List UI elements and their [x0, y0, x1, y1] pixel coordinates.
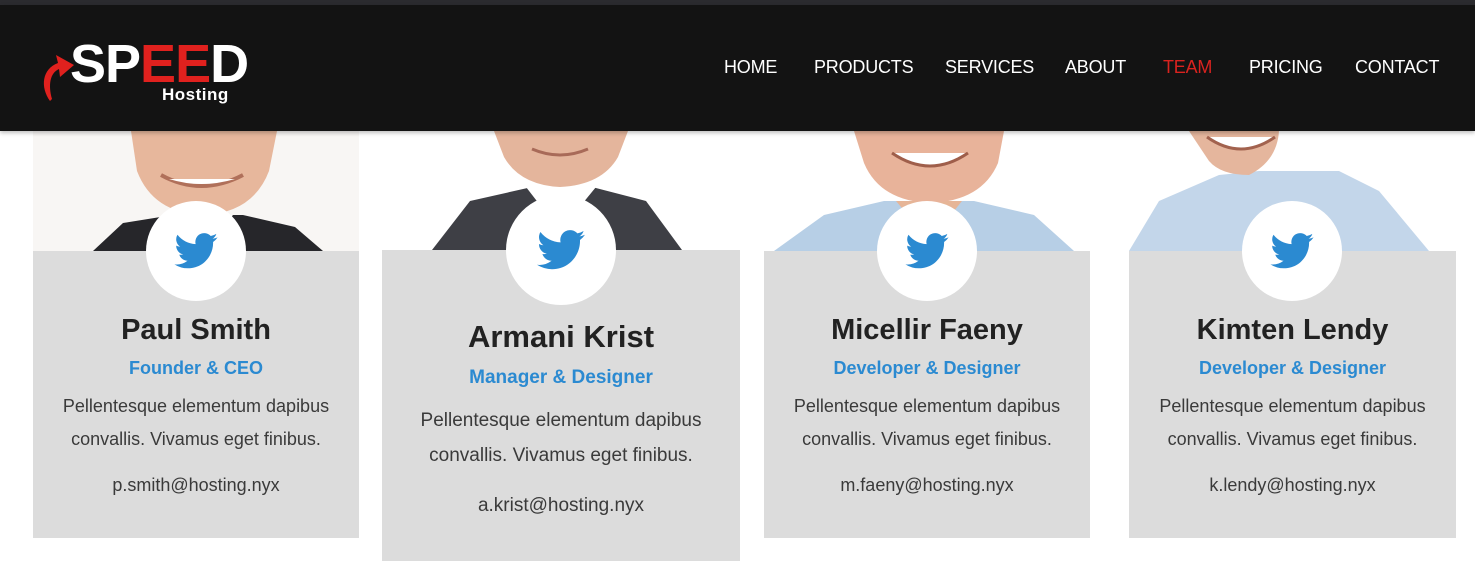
member-description: Pellentesque elementum dapibus convallis… [764, 390, 1090, 456]
nav-products[interactable]: PRODUCTS [814, 57, 914, 78]
twitter-icon [1270, 233, 1314, 269]
nav-services[interactable]: SERVICES [945, 57, 1034, 78]
description-line: convallis. Vivamus eget finibus. [429, 445, 693, 466]
description-line: Pellentesque elementum dapibus [1159, 396, 1426, 416]
navbar: SPEED Hosting HOME PRODUCTS SERVICES ABO… [0, 5, 1475, 131]
twitter-icon [537, 230, 585, 270]
twitter-link[interactable] [877, 201, 977, 301]
member-role: Developer & Designer [833, 358, 1021, 378]
member-name: Paul Smith [121, 314, 271, 346]
nav-team[interactable]: TEAM [1163, 57, 1212, 78]
member-email[interactable]: a.krist@hosting.nyx [382, 495, 740, 517]
description-line: convallis. Vivamus eget finibus. [802, 429, 1052, 449]
description-line: Pellentesque elementum dapibus [420, 410, 702, 431]
member-email[interactable]: m.faeny@hosting.nyx [764, 475, 1090, 496]
description-line: Pellentesque elementum dapibus [62, 396, 330, 416]
description-line: Pellentesque elementum dapibus [793, 396, 1061, 416]
nav-contact[interactable]: CONTACT [1355, 57, 1439, 78]
member-role: Developer & Designer [1198, 358, 1387, 378]
member-name: Kimten Lendy [1196, 314, 1389, 346]
member-description: Pellentesque elementum dapibus convallis… [1129, 390, 1456, 456]
member-role: Manager & Designer [469, 367, 653, 388]
twitter-link[interactable] [1242, 201, 1342, 301]
member-role: Founder & CEO [129, 358, 263, 378]
member-email[interactable]: k.lendy@hosting.nyx [1129, 475, 1456, 496]
member-description: Pellentesque elementum dapibus convallis… [33, 390, 359, 456]
main-menu: HOME PRODUCTS SERVICES ABOUT TEAM PRICIN… [0, 57, 1475, 81]
member-name: Armani Krist [467, 319, 655, 354]
twitter-link[interactable] [506, 195, 616, 305]
twitter-icon [905, 233, 949, 269]
nav-pricing[interactable]: PRICING [1249, 57, 1323, 78]
twitter-icon [174, 233, 218, 269]
logo-tagline: Hosting [162, 85, 229, 104]
twitter-link[interactable] [146, 201, 246, 301]
nav-home[interactable]: HOME [724, 57, 777, 78]
nav-about[interactable]: ABOUT [1065, 57, 1126, 78]
member-email[interactable]: p.smith@hosting.nyx [33, 475, 359, 496]
description-line: convallis. Vivamus eget finibus. [1167, 429, 1418, 449]
member-name: Micellir Faeny [831, 314, 1023, 346]
member-description: Pellentesque elementum dapibus convallis… [382, 403, 740, 473]
description-line: convallis. Vivamus eget finibus. [71, 429, 321, 449]
